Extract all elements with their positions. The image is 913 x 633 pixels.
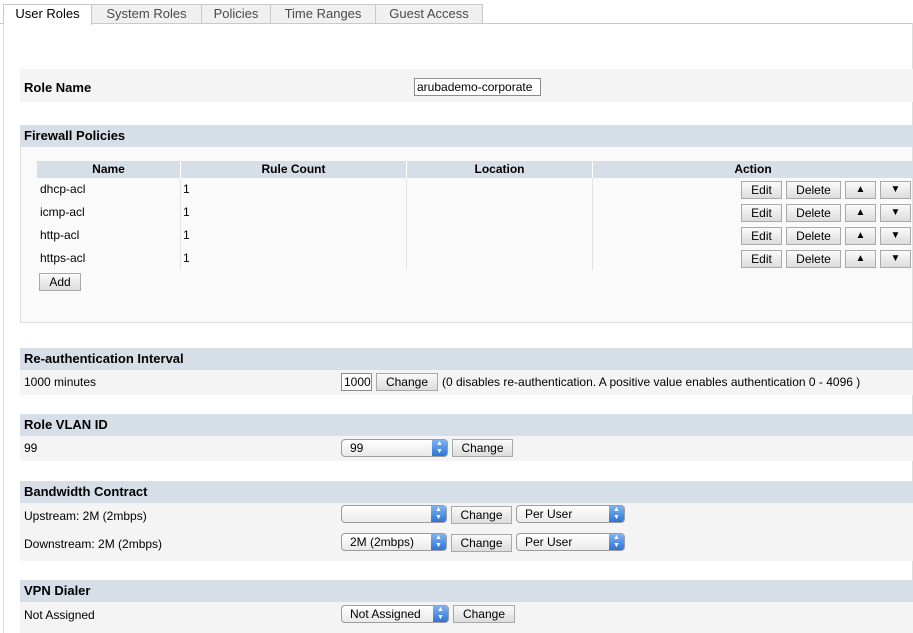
delete-button[interactable]: Delete xyxy=(786,204,841,222)
vlan-select[interactable]: 99 ▲ ▼ xyxy=(341,439,448,457)
rule-count: 1 xyxy=(183,205,190,219)
add-policy-button[interactable]: Add xyxy=(39,273,81,291)
reauth-interval-input[interactable]: 1000 xyxy=(341,373,372,391)
edit-button[interactable]: Edit xyxy=(741,227,782,245)
column-separator xyxy=(406,178,407,270)
select-arrows-icon: ▲ ▼ xyxy=(431,534,446,550)
downstream-scope-value: Per User xyxy=(525,535,573,549)
role-name-label: Role Name xyxy=(24,80,92,95)
tab-system-roles[interactable]: System Roles xyxy=(91,4,202,23)
bandwidth-header: Bandwidth Contract xyxy=(20,481,913,503)
vlan-change-button[interactable]: Change xyxy=(452,439,513,457)
firewall-policies-header: Firewall Policies xyxy=(20,125,913,147)
policy-name: https-acl xyxy=(40,251,86,265)
downstream-label: Downstream: 2M (2mbps) xyxy=(24,537,163,551)
delete-button[interactable]: Delete xyxy=(786,250,841,268)
select-arrows-icon: ▲ ▼ xyxy=(432,440,447,456)
upstream-scope-select[interactable]: Per User ▲ ▼ xyxy=(516,505,625,523)
rule-count: 1 xyxy=(183,228,190,242)
vpn-dialer-select[interactable]: Not Assigned ▲ ▼ xyxy=(341,605,449,623)
column-header-rule-count: Rule Count xyxy=(181,161,407,178)
vpn-dialer-select-value: Not Assigned xyxy=(350,607,421,621)
edit-button[interactable]: Edit xyxy=(741,204,782,222)
column-separator xyxy=(592,178,593,270)
move-down-button[interactable]: ▼ xyxy=(880,227,911,245)
policy-name: dhcp-acl xyxy=(40,182,86,196)
tab-guest-access[interactable]: Guest Access xyxy=(375,4,483,23)
delete-button[interactable]: Delete xyxy=(786,227,841,245)
column-separator xyxy=(180,178,181,270)
rule-count: 1 xyxy=(183,182,190,196)
downstream-scope-select[interactable]: Per User ▲ ▼ xyxy=(516,533,625,551)
upstream-change-button[interactable]: Change xyxy=(451,506,512,524)
vpn-dialer-header: VPN Dialer xyxy=(20,580,913,602)
move-down-button[interactable]: ▼ xyxy=(880,250,911,268)
edit-button[interactable]: Edit xyxy=(741,181,782,199)
rule-count: 1 xyxy=(183,251,190,265)
upstream-contract-select[interactable]: ▲ ▼ xyxy=(341,505,447,523)
policy-name: http-acl xyxy=(40,228,80,242)
tab-time-ranges[interactable]: Time Ranges xyxy=(270,4,376,23)
reauth-hint: (0 disables re-authentication. A positiv… xyxy=(442,375,861,389)
tab-divider xyxy=(0,23,913,24)
delete-button[interactable]: Delete xyxy=(786,181,841,199)
tab-user-roles[interactable]: User Roles xyxy=(3,4,92,25)
select-arrows-icon: ▲ ▼ xyxy=(431,506,446,522)
vpn-dialer-change-button[interactable]: Change xyxy=(453,605,515,623)
vlan-select-value: 99 xyxy=(350,441,364,455)
downstream-contract-value: 2M (2mbps) xyxy=(350,535,415,549)
role-name-field[interactable]: arubademo-corporate xyxy=(414,78,541,96)
column-header-name: Name xyxy=(37,161,181,178)
move-up-button[interactable]: ▲ xyxy=(845,227,876,245)
upstream-scope-value: Per User xyxy=(525,507,573,521)
policy-name: icmp-acl xyxy=(40,205,85,219)
reauth-header: Re-authentication Interval xyxy=(20,348,913,370)
content-frame-left xyxy=(3,23,4,633)
vpn-dialer-current-value: Not Assigned xyxy=(24,608,95,622)
tab-bar: User Roles System Roles Policies Time Ra… xyxy=(0,0,913,25)
edit-button[interactable]: Edit xyxy=(741,250,782,268)
move-down-button[interactable]: ▼ xyxy=(880,204,911,222)
move-up-button[interactable]: ▲ xyxy=(845,204,876,222)
downstream-contract-select[interactable]: 2M (2mbps) ▲ ▼ xyxy=(341,533,447,551)
downstream-change-button[interactable]: Change xyxy=(451,534,512,552)
select-arrows-icon: ▲ ▼ xyxy=(609,534,624,550)
vlan-header: Role VLAN ID xyxy=(20,414,913,436)
reauth-current-value: 1000 minutes xyxy=(24,375,97,389)
tab-policies[interactable]: Policies xyxy=(201,4,271,23)
select-arrows-icon: ▲ ▼ xyxy=(609,506,624,522)
reauth-change-button[interactable]: Change xyxy=(376,373,438,391)
move-up-button[interactable]: ▲ xyxy=(845,181,876,199)
move-up-button[interactable]: ▲ xyxy=(845,250,876,268)
vlan-current-value: 99 xyxy=(24,441,38,455)
select-arrows-icon: ▲ ▼ xyxy=(433,606,448,622)
column-header-action: Action xyxy=(593,161,913,178)
move-down-button[interactable]: ▼ xyxy=(880,181,911,199)
upstream-label: Upstream: 2M (2mbps) xyxy=(24,509,147,523)
column-header-location: Location xyxy=(407,161,593,178)
